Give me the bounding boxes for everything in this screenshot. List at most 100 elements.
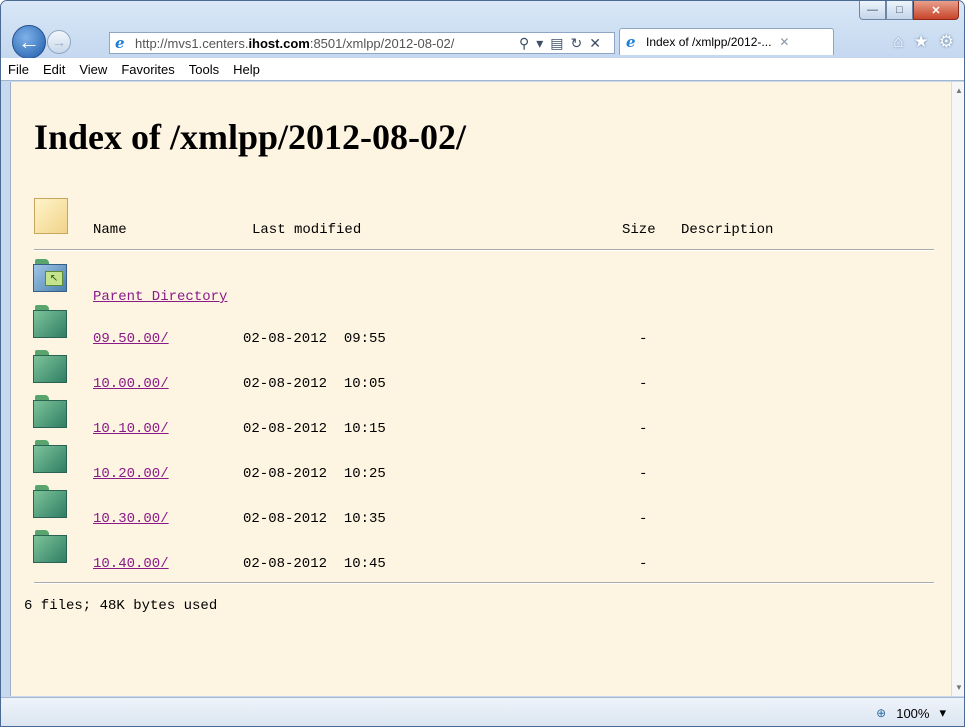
folder-icon: [33, 440, 67, 473]
url-domain: ihost.com: [248, 35, 310, 51]
table-row: 10.10.00/02-08-2012 10:15 -: [11, 395, 952, 440]
table-row: 10.30.00/02-08-2012 10:35 -: [11, 485, 952, 530]
size-value: -: [639, 376, 648, 392]
column-header-size[interactable]: Size: [622, 222, 656, 238]
size-value: -: [639, 511, 648, 527]
tab-index[interactable]: e Index of /xmlpp/2012-... ✕: [619, 28, 834, 55]
time-value: 10:15: [343, 421, 386, 437]
date-value: 02-08-2012: [243, 421, 328, 437]
folder-link[interactable]: 10.30.00/: [93, 511, 169, 527]
back-button[interactable]: ←: [12, 25, 46, 59]
back-arrow-icon: ←: [18, 29, 40, 54]
folder-icon: [33, 350, 67, 383]
table-row: 10.00.00/02-08-2012 10:05 -: [11, 350, 952, 395]
footer-divider: [34, 582, 934, 584]
last-modified: 02-08-2012 10:45: [243, 556, 386, 572]
date-value: 02-08-2012: [243, 466, 328, 482]
close-button[interactable]: ✕: [913, 1, 959, 20]
url-prefix: http://mvs1.centers.: [135, 35, 249, 51]
size-value: -: [639, 331, 648, 347]
forward-button[interactable]: →: [47, 30, 71, 54]
folder-link[interactable]: 10.10.00/: [93, 421, 169, 437]
browser-window: — □ ✕ ← → e http://mvs1.centers.ihost.co…: [0, 0, 965, 727]
size-value: -: [639, 421, 648, 437]
folder-link[interactable]: 10.00.00/: [93, 376, 169, 392]
minimize-button[interactable]: —: [859, 1, 886, 20]
menu-bar: File Edit View Favorites Tools Help: [1, 58, 964, 81]
zoom-dropdown-icon[interactable]: ▾: [939, 705, 946, 721]
toolbar-icons: ⌂ ★ ⚙: [893, 32, 954, 52]
time-value: 10:45: [343, 556, 386, 572]
folder-link[interactable]: 10.40.00/: [93, 556, 169, 572]
column-header-name[interactable]: Name: [93, 222, 127, 238]
dropdown-arrow-icon[interactable]: ▾: [536, 35, 543, 52]
date-value: 02-08-2012: [243, 376, 328, 392]
zoom-level: 100%: [896, 705, 930, 721]
time-value: 10:25: [343, 466, 386, 482]
page-content: Index of /xmlpp/2012-08-02/ Name Last mo…: [10, 82, 952, 696]
back-arrow-icon: ↖: [45, 271, 63, 286]
folder-link[interactable]: 09.50.00/: [93, 331, 169, 347]
date-value: 02-08-2012: [243, 556, 328, 572]
ie-page-icon: e: [115, 34, 125, 52]
page-title: Index of /xmlpp/2012-08-02/: [34, 117, 467, 157]
header-divider: [34, 249, 934, 251]
column-header-description[interactable]: Description: [681, 222, 773, 238]
url-path: :8501/xmlpp/2012-08-02/: [309, 35, 455, 51]
browser-chrome: — □ ✕ ← → e http://mvs1.centers.ihost.co…: [1, 1, 964, 81]
folder-link[interactable]: 10.20.00/: [93, 466, 169, 482]
last-modified: 02-08-2012 09:55: [243, 331, 386, 347]
favorites-star-icon[interactable]: ★: [914, 32, 929, 52]
last-modified: 02-08-2012 10:15: [243, 421, 386, 437]
menu-file[interactable]: File: [1, 62, 36, 77]
zoom-control[interactable]: ⊕ 100% ▾: [876, 705, 946, 721]
folder-icon: [33, 395, 67, 428]
last-modified: 02-08-2012 10:05: [243, 376, 386, 392]
time-value: 09:55: [343, 331, 386, 347]
tab-title: Index of /xmlpp/2012-...: [646, 35, 772, 49]
zoom-icon: ⊕: [876, 706, 887, 720]
last-modified: 02-08-2012 10:25: [243, 466, 386, 482]
vertical-scrollbar[interactable]: ▲ ▼: [951, 82, 964, 696]
footer-summary: 6 files; 48K bytes used: [24, 598, 218, 614]
refresh-icon[interactable]: ↻: [571, 35, 583, 52]
folder-icon: [33, 305, 67, 338]
column-header-last-modified[interactable]: Last modified: [252, 222, 361, 238]
parent-directory-row: ↖ Parent Directory: [11, 259, 952, 305]
scroll-down-icon[interactable]: ▼: [955, 683, 963, 692]
address-tools: ⚲ ▾ ▤ ↻ ✕: [519, 35, 601, 52]
menu-help[interactable]: Help: [226, 62, 267, 77]
url-text[interactable]: http://mvs1.centers.ihost.com:8501/xmlpp…: [135, 36, 513, 51]
address-bar[interactable]: e http://mvs1.centers.ihost.com:8501/xml…: [109, 32, 615, 54]
table-row: 10.20.00/02-08-2012 10:25 -: [11, 440, 952, 485]
tab-close-icon[interactable]: ✕: [779, 35, 789, 49]
search-icon[interactable]: ⚲: [519, 35, 529, 52]
parent-folder-icon: ↖: [33, 259, 67, 292]
menu-favorites[interactable]: Favorites: [114, 62, 181, 77]
date-value: 02-08-2012: [243, 331, 328, 347]
menu-tools[interactable]: Tools: [182, 62, 226, 77]
table-row: 10.40.00/02-08-2012 10:45 -: [11, 530, 952, 575]
maximize-button[interactable]: □: [886, 1, 913, 20]
blank-icon: [34, 198, 68, 234]
status-bar: ⊕ 100% ▾: [1, 697, 964, 726]
compatibility-view-icon[interactable]: ▤: [550, 35, 563, 52]
menu-edit[interactable]: Edit: [36, 62, 72, 77]
date-value: 02-08-2012: [243, 511, 328, 527]
menu-view[interactable]: View: [72, 62, 114, 77]
size-value: -: [639, 466, 648, 482]
caption-buttons: — □ ✕: [859, 1, 959, 21]
folder-icon: [33, 485, 67, 518]
scroll-up-icon[interactable]: ▲: [955, 86, 963, 95]
table-row: 09.50.00/02-08-2012 09:55 -: [11, 305, 952, 350]
folder-icon: [33, 530, 67, 563]
time-value: 10:35: [343, 511, 386, 527]
ie-tab-icon: e: [626, 33, 636, 51]
home-icon[interactable]: ⌂: [893, 32, 903, 52]
time-value: 10:05: [343, 376, 386, 392]
last-modified: 02-08-2012 10:35: [243, 511, 386, 527]
size-value: -: [639, 556, 648, 572]
gear-icon[interactable]: ⚙: [939, 32, 954, 52]
parent-directory-link[interactable]: Parent Directory: [93, 289, 227, 305]
stop-icon[interactable]: ✕: [589, 35, 601, 52]
